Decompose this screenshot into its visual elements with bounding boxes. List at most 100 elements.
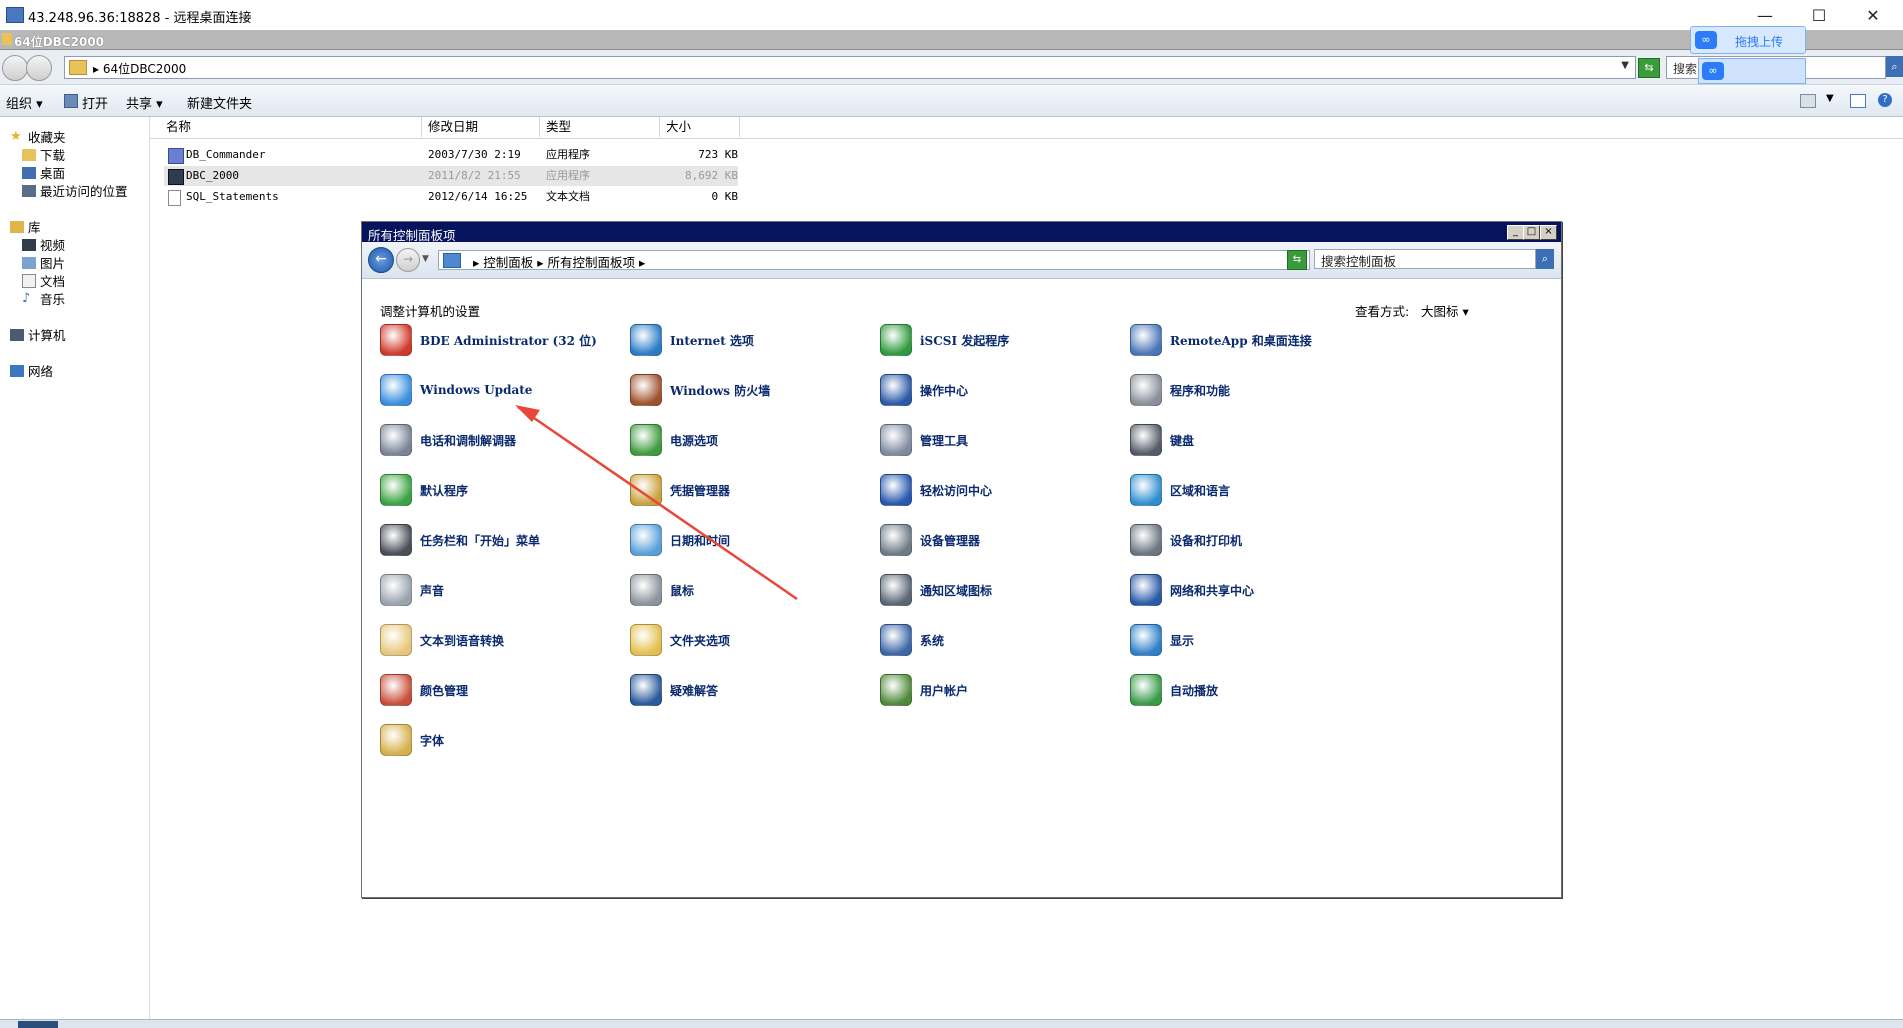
address-bar[interactable]: ▸ 64位DBC2000 ▼ bbox=[64, 56, 1636, 79]
control-panel-item[interactable]: 自动播放 bbox=[1130, 674, 1370, 706]
network-center-icon bbox=[1130, 574, 1162, 606]
view-options-icon[interactable] bbox=[1800, 94, 1816, 108]
address-bar[interactable]: ▸ 控制面板 ▸ 所有控制面板项 ▸ ▼ bbox=[438, 250, 1310, 270]
control-panel-item[interactable]: 轻松访问中心 bbox=[880, 474, 1120, 506]
control-panel-item[interactable]: 操作中心 bbox=[880, 374, 1120, 406]
control-panel-item[interactable]: 设备管理器 bbox=[880, 524, 1120, 556]
control-panel-item[interactable]: 管理工具 bbox=[880, 424, 1120, 456]
refresh-button[interactable]: ⇆ bbox=[1638, 58, 1660, 78]
control-panel-item[interactable]: 文本到语音转换 bbox=[380, 624, 620, 656]
nav-music[interactable]: ♪ 音乐 bbox=[22, 289, 65, 308]
nav-label: 最近访问的位置 bbox=[40, 184, 128, 199]
nav-pictures[interactable]: 图片 bbox=[22, 253, 65, 272]
control-panel-item[interactable]: RemoteApp 和桌面连接 bbox=[1130, 324, 1370, 356]
control-panel-item[interactable]: 电源选项 bbox=[630, 424, 870, 456]
nav-videos[interactable]: 视频 bbox=[22, 235, 65, 254]
control-panel-item[interactable]: 文件夹选项 bbox=[630, 624, 870, 656]
control-panel-item[interactable]: 程序和功能 bbox=[1130, 374, 1370, 406]
nav-network[interactable]: 网络 bbox=[10, 361, 53, 380]
chevron-down-icon[interactable]: ▼ bbox=[422, 254, 429, 264]
control-panel-item[interactable]: 字体 bbox=[380, 724, 620, 756]
baidu-upload-widget[interactable]: ∞ 拖拽上传 bbox=[1690, 26, 1806, 54]
nav-computer[interactable]: 计算机 bbox=[10, 325, 66, 344]
control-panel-item-label: 声音 bbox=[420, 583, 445, 598]
forward-button[interactable] bbox=[26, 55, 52, 81]
file-row[interactable]: SQL_Statements 2012/6/14 16:25 文本文档 0 KB bbox=[164, 187, 738, 207]
firewall-icon bbox=[630, 374, 662, 406]
remote-desktop-icon bbox=[6, 7, 24, 23]
organize-menu[interactable]: 组织 ▾ bbox=[6, 93, 43, 112]
share-menu[interactable]: 共享 ▾ bbox=[126, 93, 163, 112]
control-panel-item[interactable]: 凭据管理器 bbox=[630, 474, 870, 506]
chevron-down-icon[interactable]: ▼ bbox=[1621, 60, 1629, 71]
nav-downloads[interactable]: 下载 bbox=[22, 145, 65, 164]
new-folder-button[interactable]: 新建文件夹 bbox=[187, 93, 252, 112]
chevron-down-icon[interactable]: ▼ bbox=[1826, 93, 1834, 104]
nav-label: 文档 bbox=[40, 274, 66, 289]
explorer-title: 64位DBC2000 bbox=[14, 35, 105, 49]
refresh-button[interactable]: ⇆ bbox=[1287, 250, 1307, 270]
view-by-dropdown[interactable]: 大图标 ▾ bbox=[1421, 301, 1469, 320]
back-button[interactable]: ← bbox=[368, 247, 394, 273]
control-panel-item[interactable]: 任务栏和「开始」菜单 bbox=[380, 524, 620, 556]
control-panel-item[interactable]: BDE Administrator (32 位) bbox=[380, 324, 620, 356]
control-panel-item[interactable]: 用户帐户 bbox=[880, 674, 1120, 706]
control-panel-item[interactable]: 键盘 bbox=[1130, 424, 1370, 456]
nav-favorites[interactable]: ★ 收藏夹 bbox=[10, 127, 66, 146]
control-panel-item[interactable]: 日期和时间 bbox=[630, 524, 870, 556]
nav-libraries[interactable]: 库 bbox=[10, 217, 41, 236]
search-icon[interactable]: ⌕ bbox=[1886, 56, 1903, 77]
control-panel-item-label: 网络和共享中心 bbox=[1170, 583, 1255, 598]
file-row[interactable]: DBC_2000 2011/8/2 21:55 应用程序 8,692 KB bbox=[164, 166, 738, 186]
control-panel-item[interactable]: Windows 防火墙 bbox=[630, 374, 870, 406]
control-panel-item[interactable]: 通知区域图标 bbox=[880, 574, 1120, 606]
view-by-label: 查看方式: bbox=[1355, 304, 1410, 319]
control-panel-item[interactable]: 区域和语言 bbox=[1130, 474, 1370, 506]
file-row[interactable]: DB_Commander 2003/7/30 2:19 应用程序 723 KB bbox=[164, 145, 738, 165]
nav-desktop[interactable]: 桌面 bbox=[22, 163, 65, 182]
search-icon[interactable]: ⌕ bbox=[1536, 249, 1554, 269]
control-panel-item[interactable]: Internet 选项 bbox=[630, 324, 870, 356]
control-panel-item[interactable]: 鼠标 bbox=[630, 574, 870, 606]
sound-icon bbox=[380, 574, 412, 606]
mouse-icon bbox=[630, 574, 662, 606]
nav-documents[interactable]: 文档 bbox=[22, 271, 65, 290]
control-panel-item-label: 用户帐户 bbox=[920, 683, 969, 698]
control-panel-icon bbox=[443, 253, 461, 268]
baidu-upload-dropzone[interactable]: ∞ bbox=[1698, 58, 1806, 84]
control-panel-item[interactable]: 颜色管理 bbox=[380, 674, 620, 706]
control-panel-item[interactable]: 网络和共享中心 bbox=[1130, 574, 1370, 606]
folder-icon bbox=[69, 60, 87, 75]
control-panel-item[interactable]: 声音 bbox=[380, 574, 620, 606]
open-button[interactable]: 打开 bbox=[82, 93, 108, 112]
control-panel-item[interactable]: 电话和调制解调器 bbox=[380, 424, 620, 456]
search-input[interactable]: 搜索控制面板 bbox=[1314, 249, 1536, 269]
control-panel-item[interactable]: iSCSI 发起程序 bbox=[880, 324, 1120, 356]
control-panel-item-label: 自动播放 bbox=[1170, 683, 1219, 698]
help-icon[interactable]: ? bbox=[1878, 93, 1892, 107]
back-button[interactable] bbox=[2, 55, 28, 81]
column-date[interactable]: 修改日期 bbox=[422, 117, 540, 137]
column-type[interactable]: 类型 bbox=[540, 117, 660, 137]
nav-label: 图片 bbox=[40, 256, 66, 271]
column-size[interactable]: 大小 bbox=[660, 117, 740, 137]
minimize-button[interactable]: _ bbox=[1507, 225, 1524, 240]
datetime-icon bbox=[630, 524, 662, 556]
close-button[interactable]: × bbox=[1540, 225, 1557, 240]
control-panel-item[interactable]: 显示 bbox=[1130, 624, 1370, 656]
upload-label: 拖拽上传 bbox=[1735, 35, 1784, 49]
maximize-button[interactable]: □ bbox=[1523, 225, 1540, 240]
control-panel-item[interactable]: Windows Update bbox=[380, 374, 620, 406]
close-button[interactable]: ✕ bbox=[1851, 0, 1895, 30]
cloud-icon: ∞ bbox=[1695, 31, 1717, 49]
control-panel-item[interactable]: 系统 bbox=[880, 624, 1120, 656]
column-name[interactable]: 名称 bbox=[160, 117, 422, 137]
control-panel-item[interactable]: 默认程序 bbox=[380, 474, 620, 506]
forward-button[interactable]: → bbox=[396, 248, 420, 272]
toolbar: 组织 ▾ 打开 共享 ▾ 新建文件夹 ▼ ? bbox=[0, 85, 1903, 117]
preview-pane-icon[interactable] bbox=[1850, 94, 1866, 108]
nav-recent[interactable]: 最近访问的位置 bbox=[22, 181, 128, 200]
control-panel-item[interactable]: 设备和打印机 bbox=[1130, 524, 1370, 556]
control-panel-item[interactable]: 疑难解答 bbox=[630, 674, 870, 706]
music-icon: ♪ bbox=[22, 290, 31, 306]
